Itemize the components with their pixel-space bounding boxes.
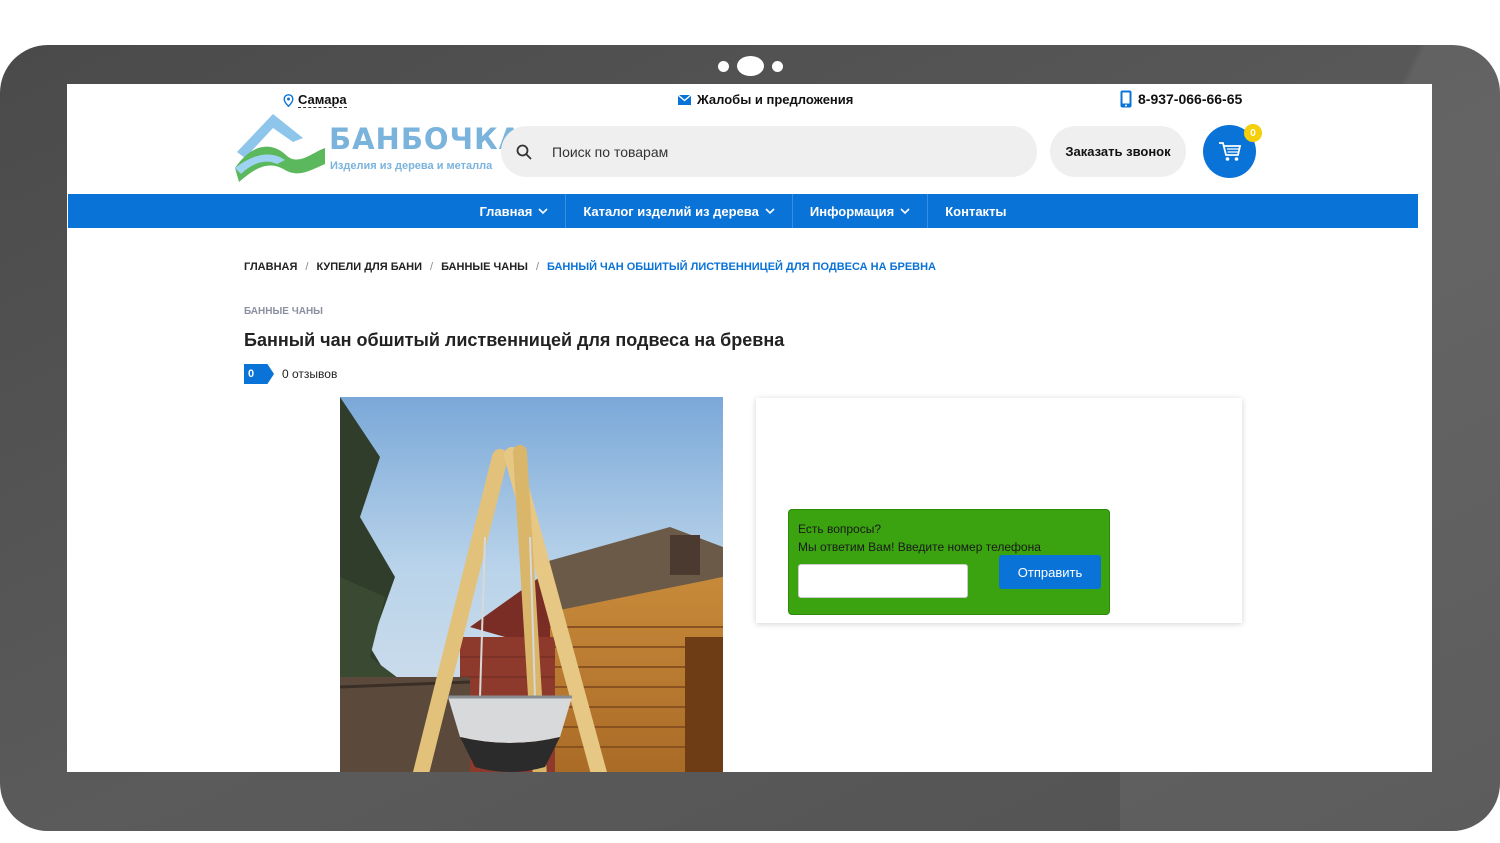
order-call-button[interactable]: Заказать звонок	[1050, 126, 1186, 177]
camera-dot-left	[717, 60, 729, 72]
nav-label: Каталог изделий из дерева	[583, 203, 759, 219]
breadcrumb-current: Банный чан обшитый лиственницей для подв…	[547, 261, 936, 273]
chevron-down-icon	[900, 207, 910, 214]
search-icon[interactable]	[516, 144, 532, 160]
site-logo[interactable]: БАНБОЧКА Изделия из дерева и металла	[233, 112, 521, 188]
product-rating: 0 0 отзывов	[244, 364, 337, 384]
breadcrumb-home[interactable]: Главная	[244, 261, 297, 273]
nav-label: Информация	[809, 203, 895, 219]
callback-form: Есть вопросы? Мы ответим Вам! Введите но…	[788, 509, 1110, 615]
camera-dot-right	[771, 60, 783, 72]
cart-icon	[1218, 141, 1241, 161]
main-nav: Главная Каталог изделий из дерева Информ…	[68, 194, 1418, 228]
product-category[interactable]: БАННЫЕ ЧАНЫ	[244, 306, 323, 317]
cart-count-badge: 0	[1244, 124, 1262, 142]
nav-item-info[interactable]: Информация	[791, 194, 927, 228]
city-label[interactable]: Самара	[298, 92, 347, 108]
top-bar: Самара Жалобы и предложения 8-937-066-66…	[67, 90, 1432, 110]
reviews-count[interactable]: 0 отзывов	[282, 367, 337, 381]
complaints-label[interactable]: Жалобы и предложения	[697, 92, 853, 107]
phone-number[interactable]: 8-937-066-66-65	[1138, 91, 1242, 107]
browser-screen: Самара Жалобы и предложения 8-937-066-66…	[67, 84, 1432, 772]
side-card: Есть вопросы? Мы ответим Вам! Введите но…	[756, 398, 1242, 623]
submit-button[interactable]: Отправить	[999, 555, 1101, 589]
logo-roof-icon	[235, 114, 325, 182]
cart-button[interactable]: 0	[1203, 124, 1262, 178]
camera-lens	[736, 56, 764, 76]
breadcrumb-separator: /	[535, 261, 539, 273]
logo-subtitle: Изделия из дерева и металла	[330, 160, 493, 172]
breadcrumb-tubs[interactable]: Банные чаны	[441, 261, 528, 273]
device-camera	[0, 56, 1500, 76]
product-image	[340, 397, 723, 772]
phone-input[interactable]	[798, 564, 968, 598]
complaints-link[interactable]: Жалобы и предложения	[678, 92, 853, 107]
location-pin-icon	[283, 93, 294, 107]
city-selector[interactable]: Самара	[283, 92, 347, 108]
nav-label: Главная	[479, 203, 533, 219]
chevron-down-icon	[765, 207, 775, 214]
search-input[interactable]	[552, 143, 972, 160]
breadcrumb-separator: /	[430, 261, 434, 273]
product-photo[interactable]	[340, 397, 723, 772]
breadcrumb-separator: /	[305, 261, 309, 273]
nav-item-catalog[interactable]: Каталог изделий из дерева	[565, 194, 792, 228]
phone-link[interactable]: 8-937-066-66-65	[1120, 90, 1242, 108]
nav-label: Контакты	[945, 203, 1007, 219]
mail-icon	[678, 94, 691, 105]
callback-instruction: Мы ответим Вам! Введите номер телефона	[798, 540, 1041, 554]
chevron-down-icon	[538, 207, 548, 214]
callback-question: Есть вопросы?	[798, 522, 882, 536]
search-bar[interactable]	[501, 126, 1037, 177]
logo-title: БАНБОЧКА	[329, 122, 523, 156]
nav-item-contacts[interactable]: Контакты	[927, 194, 1023, 228]
breadcrumb-fonts[interactable]: Купели для бани	[316, 261, 422, 273]
smartphone-icon	[1120, 90, 1132, 108]
product-title: Банный чан обшитый лиственницей для подв…	[244, 330, 785, 350]
rating-badge: 0	[244, 364, 274, 384]
nav-item-home[interactable]: Главная	[462, 194, 565, 228]
breadcrumb: Главная / Купели для бани / Банные чаны …	[244, 261, 936, 273]
